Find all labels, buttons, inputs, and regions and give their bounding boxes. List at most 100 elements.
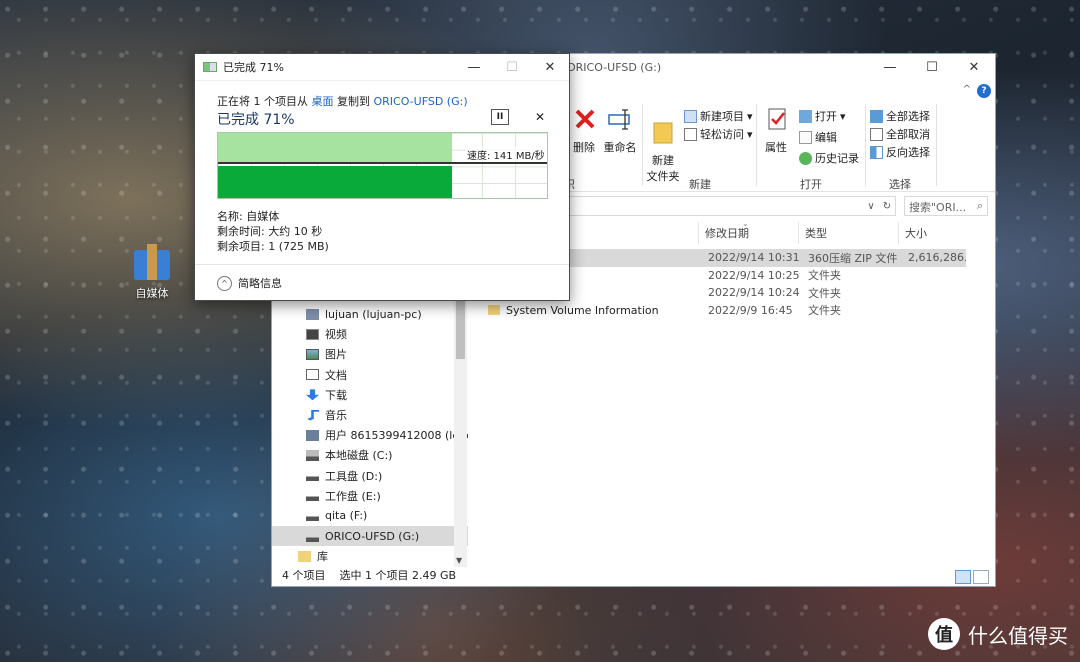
drive-icon [306, 510, 319, 522]
table-row[interactable]: System Volume Information 2022/9/9 16:45… [482, 302, 966, 320]
dialog-minimize-button[interactable]: — [455, 54, 493, 81]
document-icon [306, 369, 319, 381]
select-all-button[interactable]: 全部选择 [870, 108, 930, 124]
nav-item-drive-e[interactable]: 工作盘 (E:) [272, 486, 468, 506]
open-button[interactable]: 打开 ▾ [799, 108, 846, 124]
speed-line [218, 162, 547, 164]
user-icon [306, 429, 319, 441]
nav-item-drive-d[interactable]: 工具盘 (D:) [272, 466, 468, 486]
group-label-select: 选择 [889, 178, 911, 191]
nav-item-downloads[interactable]: 下载 [272, 385, 468, 405]
drive-icon [306, 490, 319, 502]
explorer-close-button[interactable]: ✕ [953, 54, 995, 80]
progress-fill [218, 166, 452, 198]
address-dropdown-icon[interactable]: ∨ [864, 196, 878, 216]
ribbon-collapse-icon[interactable]: ^ [963, 84, 971, 95]
pause-button[interactable]: II [491, 109, 509, 125]
invert-selection-button[interactable]: 反向选择 [870, 144, 930, 160]
cancel-copy-button[interactable]: ✕ [535, 110, 545, 124]
properties-button[interactable]: 属性 [764, 106, 788, 155]
transfer-speed-graph: 速度: 141 MB/秒 [217, 132, 548, 199]
properties-icon [768, 108, 786, 130]
invert-selection-icon [870, 145, 883, 159]
rename-icon [608, 109, 630, 130]
transfer-speed: 速度: 141 MB/秒 [465, 147, 547, 162]
detail-items-remaining: 剩余项目: 1 (725 MB) [217, 240, 329, 253]
nav-item-libraries[interactable]: 库 [272, 546, 468, 566]
large-icons-view-icon[interactable] [973, 570, 989, 584]
drive-icon [306, 470, 319, 482]
archive-folder-icon [132, 242, 172, 282]
nav-item-documents[interactable]: 文档 [272, 365, 468, 385]
music-icon [307, 409, 319, 421]
status-selection: 选中 1 个项目 2.49 GB [339, 569, 457, 582]
library-icon [298, 550, 311, 562]
nav-item-videos[interactable]: 视频 [272, 324, 468, 344]
watermark-logo: 值 [928, 618, 960, 650]
easy-access-button[interactable]: 轻松访问 ▾ [684, 126, 753, 142]
new-folder-icon [653, 122, 673, 144]
watermark-text: 什么值得买 [968, 623, 1068, 648]
help-icon[interactable]: ? [977, 84, 991, 98]
nav-item-pictures[interactable]: 图片 [272, 344, 468, 364]
edit-icon [799, 130, 812, 144]
column-size[interactable]: 大小 [898, 222, 978, 244]
desktop-icon-folder[interactable]: 自媒体 [126, 242, 178, 301]
picture-icon [306, 348, 319, 360]
history-icon [799, 151, 812, 165]
group-label-open: 打开 [800, 178, 822, 191]
column-type[interactable]: 类型 [798, 222, 898, 244]
select-none-icon [870, 127, 883, 141]
copy-progress-dialog: 已完成 71% — ☐ ✕ 正在将 1 个项目从 桌面 复制到 ORICO-UF… [194, 53, 570, 301]
detail-name: 名称: 自媒体 [217, 210, 280, 223]
status-bar: 4 个项目 选中 1 个项目 2.49 GB [272, 567, 995, 583]
drive-icon [306, 449, 319, 461]
group-label-new: 新建 [689, 178, 711, 191]
column-headers: 修改日期 类型 大小 [698, 222, 978, 244]
desktop-icon-label: 自媒体 [135, 287, 169, 300]
video-icon [306, 328, 319, 340]
source-link[interactable]: 桌面 [312, 95, 334, 108]
copy-progress-icon [203, 62, 217, 72]
easy-access-icon [684, 127, 697, 141]
open-icon [799, 109, 812, 123]
history-button[interactable]: 历史记录 [799, 150, 859, 166]
rename-button[interactable]: 重命名 [602, 106, 638, 155]
column-date[interactable]: 修改日期 [698, 222, 798, 244]
delete-button[interactable]: 删除 [572, 106, 596, 155]
usb-drive-icon [306, 530, 319, 542]
chevron-up-icon: ^ [217, 275, 232, 291]
new-item-button[interactable]: 新建项目 ▾ [684, 108, 753, 124]
fewer-details-toggle[interactable]: ^ 简略信息 [217, 275, 282, 291]
delete-icon [575, 109, 595, 129]
destination-link[interactable]: ORICO-UFSD (G:) [374, 95, 468, 108]
folder-icon [488, 305, 500, 316]
nav-item-drive-g[interactable]: ORICO-UFSD (G:) [272, 526, 468, 547]
dialog-maximize-button: ☐ [506, 60, 518, 75]
dialog-close-button[interactable]: ✕ [531, 54, 569, 81]
explorer-maximize-button[interactable]: ☐ [911, 54, 953, 80]
progress-history-fill [218, 133, 452, 162]
search-input[interactable]: 搜索"ORI... ⌕ [904, 196, 988, 216]
percent-complete: 已完成 71% [217, 112, 295, 128]
status-item-count: 4 个项目 [282, 569, 326, 582]
refresh-icon[interactable]: ↻ [880, 196, 894, 216]
search-icon: ⌕ [976, 199, 983, 212]
edit-button[interactable]: 编辑 [799, 129, 837, 145]
copy-details: 名称: 自媒体 剩余时间: 大约 10 秒 剩余项目: 1 (725 MB) [217, 209, 329, 254]
new-item-icon [684, 109, 697, 123]
nav-item-network-user[interactable]: lujuan (lujuan-pc) [272, 304, 468, 324]
details-view-icon[interactable] [955, 570, 971, 584]
network-icon [306, 308, 319, 320]
explorer-minimize-button[interactable]: — [869, 54, 911, 80]
select-none-button[interactable]: 全部取消 [870, 126, 930, 142]
nav-item-drive-f[interactable]: qita (F:) [272, 506, 468, 526]
nav-item-user[interactable]: 用户 8615399412008 (leger [272, 425, 468, 445]
navigation-pane: lujuan (lujuan-pc) 视频 图片 文档 下载 音乐 用户 861… [272, 304, 468, 569]
copy-description: 正在将 1 个项目从 桌面 复制到 ORICO-UFSD (G:) [217, 95, 468, 108]
new-folder-button[interactable]: 新建 文件夹 [645, 106, 681, 197]
nav-item-music[interactable]: 音乐 [272, 405, 468, 425]
select-all-icon [870, 109, 883, 123]
nav-item-drive-c[interactable]: 本地磁盘 (C:) [272, 445, 468, 465]
scroll-down-icon[interactable]: ▼ [456, 556, 462, 565]
